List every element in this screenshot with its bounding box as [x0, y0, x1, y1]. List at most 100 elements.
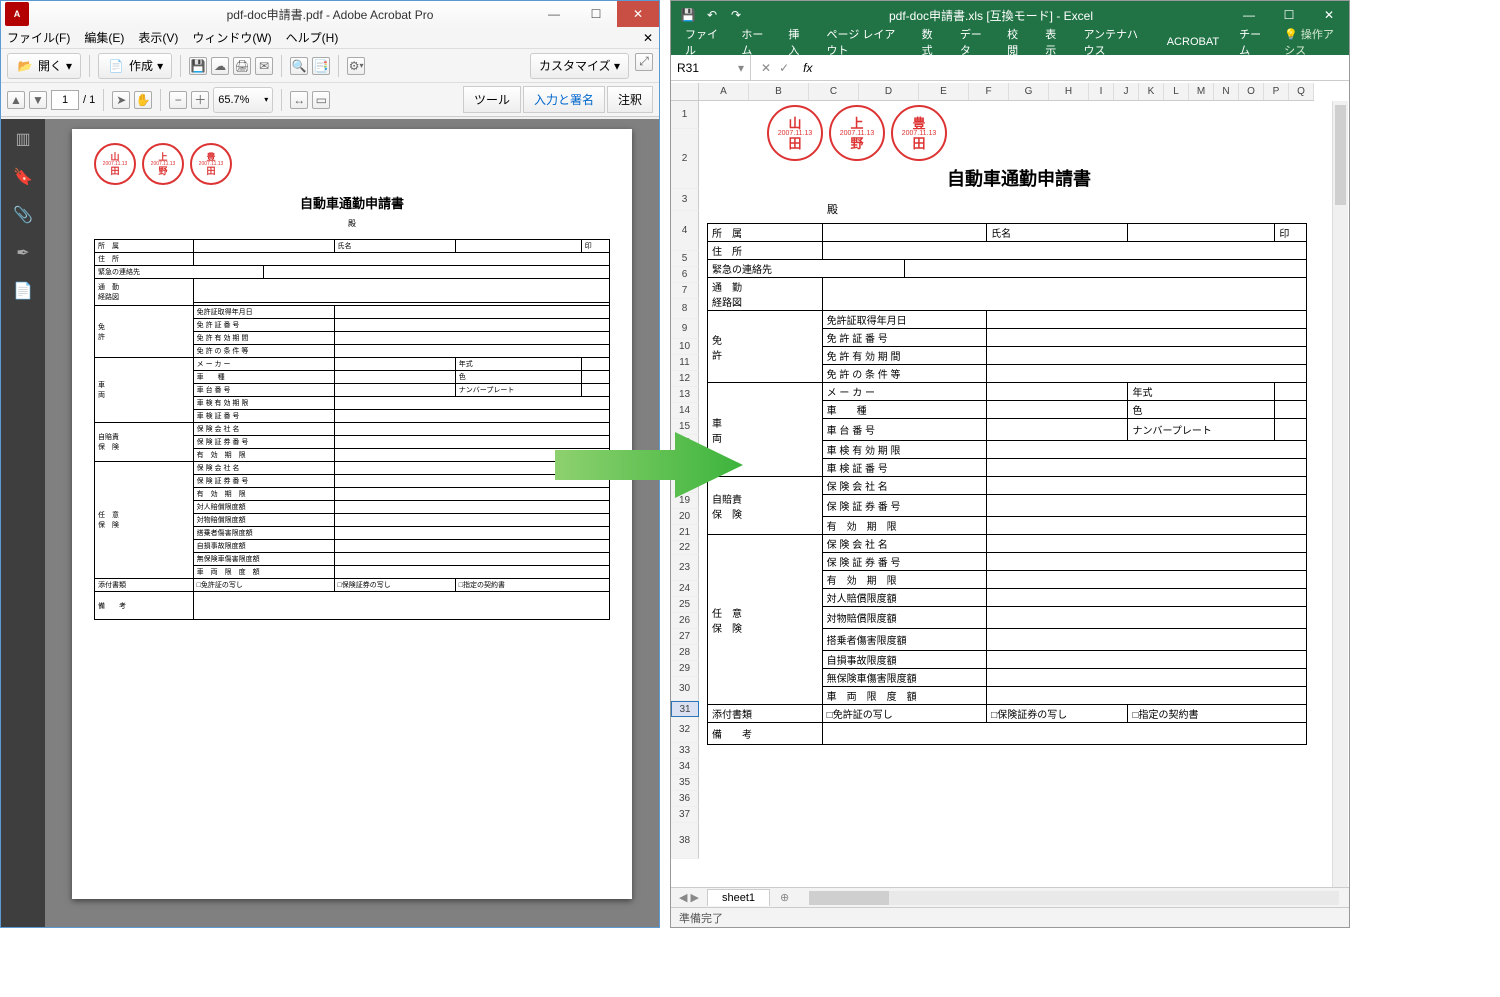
layers-icon[interactable]: 📄 [11, 279, 35, 303]
search-icon[interactable]: 🔍 [290, 57, 308, 75]
col-header-I[interactable]: I [1089, 83, 1114, 100]
sheet-nav-icon[interactable]: ◀ ▶ [671, 891, 707, 904]
col-header-J[interactable]: J [1114, 83, 1139, 100]
fx-cancel-icon[interactable]: ✕ [761, 61, 771, 75]
bookmarks-icon[interactable]: 🔖 [11, 165, 35, 189]
tag-icon[interactable]: 📑 [312, 57, 330, 75]
expand-icon[interactable]: ⤢ [635, 53, 653, 71]
zoom-display[interactable]: 65.7%▾ [213, 87, 273, 113]
col-header-E[interactable]: E [919, 83, 969, 100]
row-header-25[interactable]: 25 [671, 597, 699, 613]
row-header-13[interactable]: 13 [671, 387, 699, 403]
select-tool-icon[interactable]: ➤ [112, 91, 130, 109]
row-header-21[interactable]: 21 [671, 525, 699, 541]
col-header-B[interactable]: B [749, 83, 809, 100]
row-header-5[interactable]: 5 [671, 251, 699, 267]
fit-page-icon[interactable]: ▭ [312, 91, 330, 109]
col-header-C[interactable]: C [809, 83, 859, 100]
row-header-14[interactable]: 14 [671, 403, 699, 419]
menu-window[interactable]: ウィンドウ(W) [192, 29, 271, 46]
col-header-D[interactable]: D [859, 83, 919, 100]
excel-horizontal-scrollbar[interactable] [809, 891, 1339, 905]
tell-me[interactable]: 💡 操作アシス [1284, 26, 1343, 58]
cloud-icon[interactable]: ☁ [211, 57, 229, 75]
open-button[interactable]: 📂開く▾ [7, 53, 81, 79]
tab-data[interactable]: データ [952, 22, 995, 62]
row-header-29[interactable]: 29 [671, 661, 699, 677]
fit-width-icon[interactable]: ↔ [290, 91, 308, 109]
page-up-icon[interactable]: ▲ [7, 91, 25, 109]
row-header-37[interactable]: 37 [671, 807, 699, 823]
row-header-34[interactable]: 34 [671, 759, 699, 775]
customize-button[interactable]: カスタマイズ ▾ [530, 53, 629, 79]
row-header-7[interactable]: 7 [671, 283, 699, 299]
row-header-3[interactable]: 3 [671, 189, 699, 211]
row-header-36[interactable]: 36 [671, 791, 699, 807]
row-header-38[interactable]: 38 [671, 823, 699, 859]
row-header-6[interactable]: 6 [671, 267, 699, 283]
fx-confirm-icon[interactable]: ✓ [779, 61, 789, 75]
sheet-tab-sheet1[interactable]: sheet1 [707, 889, 770, 906]
excel-vertical-scrollbar[interactable] [1332, 101, 1348, 887]
col-header-N[interactable]: N [1214, 83, 1239, 100]
gear-icon[interactable]: ⚙▾ [347, 57, 365, 75]
comment-link[interactable]: 注釈 [607, 86, 653, 113]
excel-maximize-button[interactable]: ☐ [1269, 1, 1309, 29]
mail-icon[interactable]: ✉ [255, 57, 273, 75]
row-header-22[interactable]: 22 [671, 541, 699, 555]
row-header-9[interactable]: 9 [671, 319, 699, 339]
tab-antenna[interactable]: アンテナハウス [1075, 22, 1154, 62]
zoom-in-icon[interactable]: ＋ [191, 91, 209, 109]
tab-team[interactable]: チーム [1231, 22, 1274, 62]
save-icon[interactable]: 💾 [189, 57, 207, 75]
select-all-corner[interactable] [671, 83, 699, 101]
col-header-P[interactable]: P [1264, 83, 1289, 100]
row-header-23[interactable]: 23 [671, 555, 699, 581]
zoom-out-icon[interactable]: − [169, 91, 187, 109]
row-header-30[interactable]: 30 [671, 677, 699, 701]
fill-sign-link[interactable]: 入力と署名 [523, 86, 605, 113]
col-header-M[interactable]: M [1189, 83, 1214, 100]
row-header-10[interactable]: 10 [671, 339, 699, 355]
tab-layout[interactable]: ページ レイアウト [819, 22, 910, 62]
row-header-28[interactable]: 28 [671, 645, 699, 661]
window-maximize-button[interactable]: ☐ [575, 1, 617, 27]
row-header-2[interactable]: 2 [671, 129, 699, 189]
attachments-icon[interactable]: 📎 [11, 203, 35, 227]
row-header-31[interactable]: 31 [671, 701, 699, 717]
add-sheet-button[interactable]: ⊕ [770, 891, 799, 904]
menu-help[interactable]: ヘルプ(H) [286, 29, 339, 46]
signatures-icon[interactable]: ✒ [11, 241, 35, 265]
col-header-A[interactable]: A [699, 83, 749, 100]
menu-close-icon[interactable]: ✕ [643, 31, 653, 45]
sheet-area[interactable]: 山2007.11.13田 上2007.11.13野 豊2007.11.13田 自… [699, 101, 1349, 887]
row-header-33[interactable]: 33 [671, 743, 699, 759]
row-header-8[interactable]: 8 [671, 299, 699, 319]
row-header-11[interactable]: 11 [671, 355, 699, 371]
row-header-35[interactable]: 35 [671, 775, 699, 791]
row-header-24[interactable]: 24 [671, 581, 699, 597]
row-header-32[interactable]: 32 [671, 717, 699, 743]
col-header-K[interactable]: K [1139, 83, 1164, 100]
menu-edit[interactable]: 編集(E) [84, 29, 124, 46]
page-down-icon[interactable]: ▼ [29, 91, 47, 109]
col-header-Q[interactable]: Q [1289, 83, 1314, 100]
tools-panel-link[interactable]: ツール [463, 86, 521, 113]
excel-close-button[interactable]: ✕ [1309, 1, 1349, 29]
hand-tool-icon[interactable]: ✋ [134, 91, 152, 109]
row-header-26[interactable]: 26 [671, 613, 699, 629]
row-header-1[interactable]: 1 [671, 101, 699, 129]
col-header-F[interactable]: F [969, 83, 1009, 100]
row-header-12[interactable]: 12 [671, 371, 699, 387]
window-minimize-button[interactable]: — [533, 1, 575, 27]
menu-view[interactable]: 表示(V) [138, 29, 178, 46]
tab-insert[interactable]: 挿入 [780, 22, 814, 62]
row-header-20[interactable]: 20 [671, 509, 699, 525]
tab-view[interactable]: 表示 [1037, 22, 1071, 62]
thumbnails-icon[interactable]: ▥ [11, 127, 35, 151]
row-header-27[interactable]: 27 [671, 629, 699, 645]
tab-review[interactable]: 校閲 [999, 22, 1033, 62]
create-button[interactable]: 📄作成▾ [98, 53, 172, 79]
col-header-H[interactable]: H [1049, 83, 1089, 100]
tab-acrobat[interactable]: ACROBAT [1159, 32, 1227, 52]
